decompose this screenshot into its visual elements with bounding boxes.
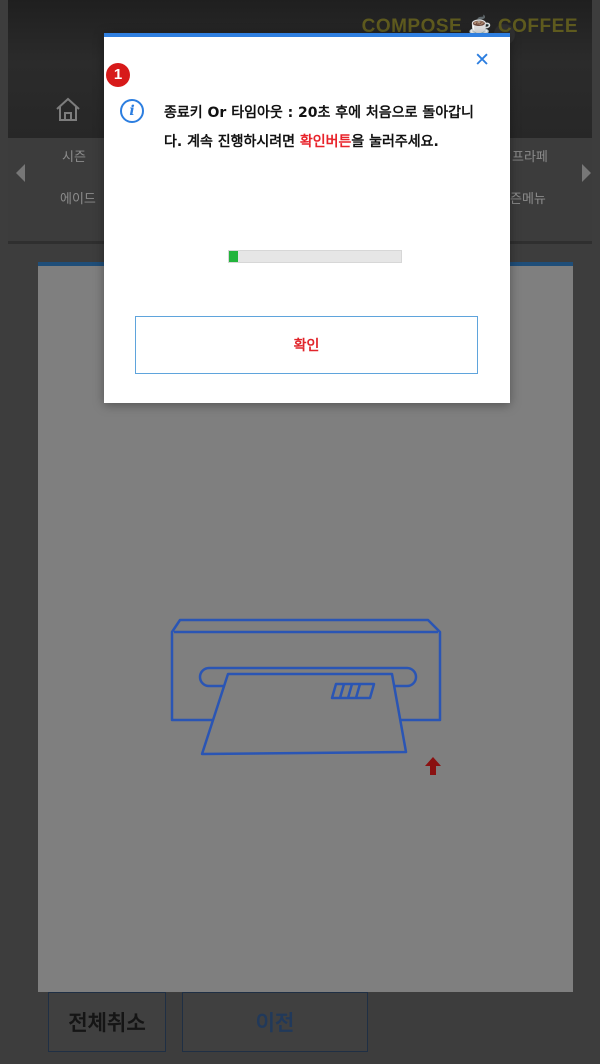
category-tab-frappe[interactable]: 프라페 — [512, 146, 548, 165]
previous-button[interactable]: 이전 — [182, 992, 368, 1052]
close-icon[interactable]: ✕ — [474, 51, 490, 70]
category-tab-season-menu[interactable]: 즌메뉴 — [510, 188, 546, 207]
info-icon: i — [120, 99, 144, 123]
category-next-arrow-icon[interactable] — [582, 164, 591, 182]
card-reader-icon — [170, 618, 442, 756]
cancel-all-button[interactable]: 전체취소 — [48, 992, 166, 1052]
category-prev-arrow-icon[interactable] — [16, 164, 25, 182]
dialog-message: 종료키 Or 타임아웃 : 20초 후에 처음으로 돌아갑니다. 계속 진행하시… — [164, 99, 490, 157]
dialog-message-suffix: 을 눌러주세요. — [351, 134, 439, 150]
confirm-button[interactable]: 확인 — [135, 316, 478, 374]
dialog-message-highlight: 확인버튼 — [299, 134, 352, 150]
category-tab-season[interactable]: 시즌 — [62, 146, 86, 165]
timeout-progress-bar — [228, 250, 402, 263]
up-arrow-icon — [425, 757, 441, 775]
timeout-dialog: ✕ i 종료키 Or 타임아웃 : 20초 후에 처음으로 돌아갑니다. 계속 … — [104, 33, 510, 403]
step-number-badge: 1 — [106, 63, 130, 87]
timeout-progress-fill — [229, 251, 238, 262]
category-tab-ade[interactable]: 에이드 — [60, 188, 96, 207]
home-icon[interactable] — [54, 96, 82, 122]
